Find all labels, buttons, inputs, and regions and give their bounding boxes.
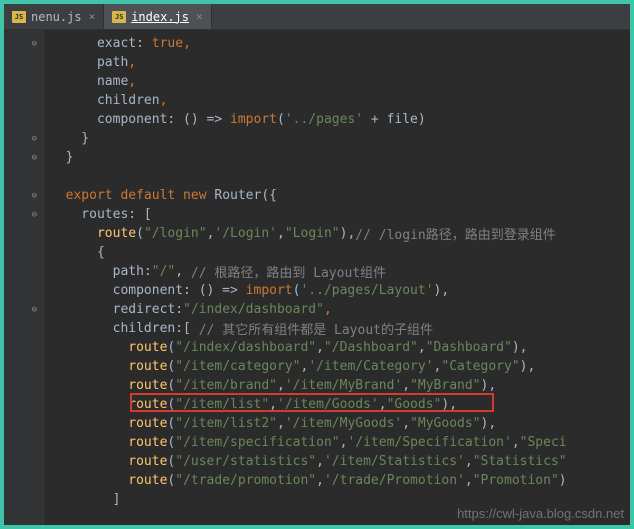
code-line[interactable]: route("/index/dashboard","/Dashboard","D… (50, 338, 630, 357)
gutter-line (4, 490, 43, 509)
code-line[interactable]: route("/login",'/Login',"Login"),// /log… (50, 224, 630, 243)
gutter-line (4, 53, 43, 72)
gutter-line (4, 72, 43, 91)
tab-label: nenu.js (31, 10, 82, 24)
code-line[interactable]: route("/item/brand",'/item/MyBrand',"MyB… (50, 376, 630, 395)
tab-label: index.js (131, 10, 189, 24)
gutter-line (4, 319, 43, 338)
gutter-line (4, 338, 43, 357)
gutter-line (4, 167, 43, 186)
code-line[interactable]: name, (50, 72, 630, 91)
gutter-line (4, 243, 43, 262)
code-line[interactable]: component: () => import('../pages/Layout… (50, 281, 630, 300)
code-line[interactable]: route("/trade/promotion",'/trade/Promoti… (50, 471, 630, 490)
code-line[interactable]: route("/item/category",'/item/Category',… (50, 357, 630, 376)
code-line[interactable]: route("/user/statistics",'/item/Statisti… (50, 452, 630, 471)
gutter-line (4, 281, 43, 300)
js-file-icon: JS (112, 11, 126, 23)
gutter-line (4, 433, 43, 452)
code-line[interactable]: component: () => import('../pages' + fil… (50, 110, 630, 129)
tab-nenu-js[interactable]: JS nenu.js × (4, 4, 104, 29)
code-line[interactable]: children, (50, 91, 630, 110)
code-line[interactable]: path, (50, 53, 630, 72)
code-line[interactable]: children:[ // 其它所有组件都是 Layout的子组件 (50, 319, 630, 338)
code-line[interactable] (50, 167, 630, 186)
gutter-line (4, 262, 43, 281)
gutter-line: ⊖ (4, 34, 43, 53)
code-line[interactable]: { (50, 243, 630, 262)
fold-icon[interactable]: ⊖ (32, 210, 37, 220)
gutter-line: ⊖ (4, 205, 43, 224)
code-line[interactable]: ] (50, 490, 630, 509)
gutter-line (4, 357, 43, 376)
tab-index-js[interactable]: JS index.js × (104, 4, 211, 29)
code-line[interactable]: route("/item/list2",'/item/MyGoods',"MyG… (50, 414, 630, 433)
gutter-line: ⊖ (4, 148, 43, 167)
tab-bar: JS nenu.js × JS index.js × (4, 4, 630, 30)
code-line[interactable]: route("/item/specification",'/item/Speci… (50, 433, 630, 452)
fold-icon[interactable]: ⊖ (32, 191, 37, 201)
code-area[interactable]: exact: true, path, name, children, compo… (44, 30, 630, 525)
fold-icon[interactable]: ⊖ (32, 134, 37, 144)
code-line[interactable]: routes: [ (50, 205, 630, 224)
code-line[interactable]: } (50, 129, 630, 148)
gutter-line (4, 224, 43, 243)
fold-icon[interactable]: ⊖ (32, 305, 37, 315)
gutter-line: ⊖ (4, 300, 43, 319)
code-line[interactable]: route("/item/list",'/item/Goods',"Goods"… (50, 395, 630, 414)
code-line[interactable]: path:"/", // 根路径，路由到 Layout组件 (50, 262, 630, 281)
code-line[interactable]: export default new Router({ (50, 186, 630, 205)
fold-icon[interactable]: ⊖ (32, 153, 37, 163)
gutter-line (4, 471, 43, 490)
close-icon[interactable]: × (196, 10, 203, 23)
code-editor: ⊖ ⊖ ⊖ ⊖ ⊖ ⊖ exact: true, path, name, children… (4, 30, 630, 525)
gutter: ⊖ ⊖ ⊖ ⊖ ⊖ ⊖ (4, 30, 44, 525)
gutter-line: ⊖ (4, 129, 43, 148)
gutter-line (4, 395, 43, 414)
gutter-line: ⊖ (4, 186, 43, 205)
js-file-icon: JS (12, 11, 26, 23)
code-line[interactable]: exact: true, (50, 34, 630, 53)
code-line[interactable]: redirect:"/index/dashboard", (50, 300, 630, 319)
gutter-line (4, 414, 43, 433)
gutter-line (4, 110, 43, 129)
gutter-line (4, 376, 43, 395)
gutter-line (4, 91, 43, 110)
gutter-line (4, 452, 43, 471)
close-icon[interactable]: × (89, 10, 96, 23)
fold-icon[interactable]: ⊖ (32, 39, 37, 49)
code-line[interactable]: } (50, 148, 630, 167)
